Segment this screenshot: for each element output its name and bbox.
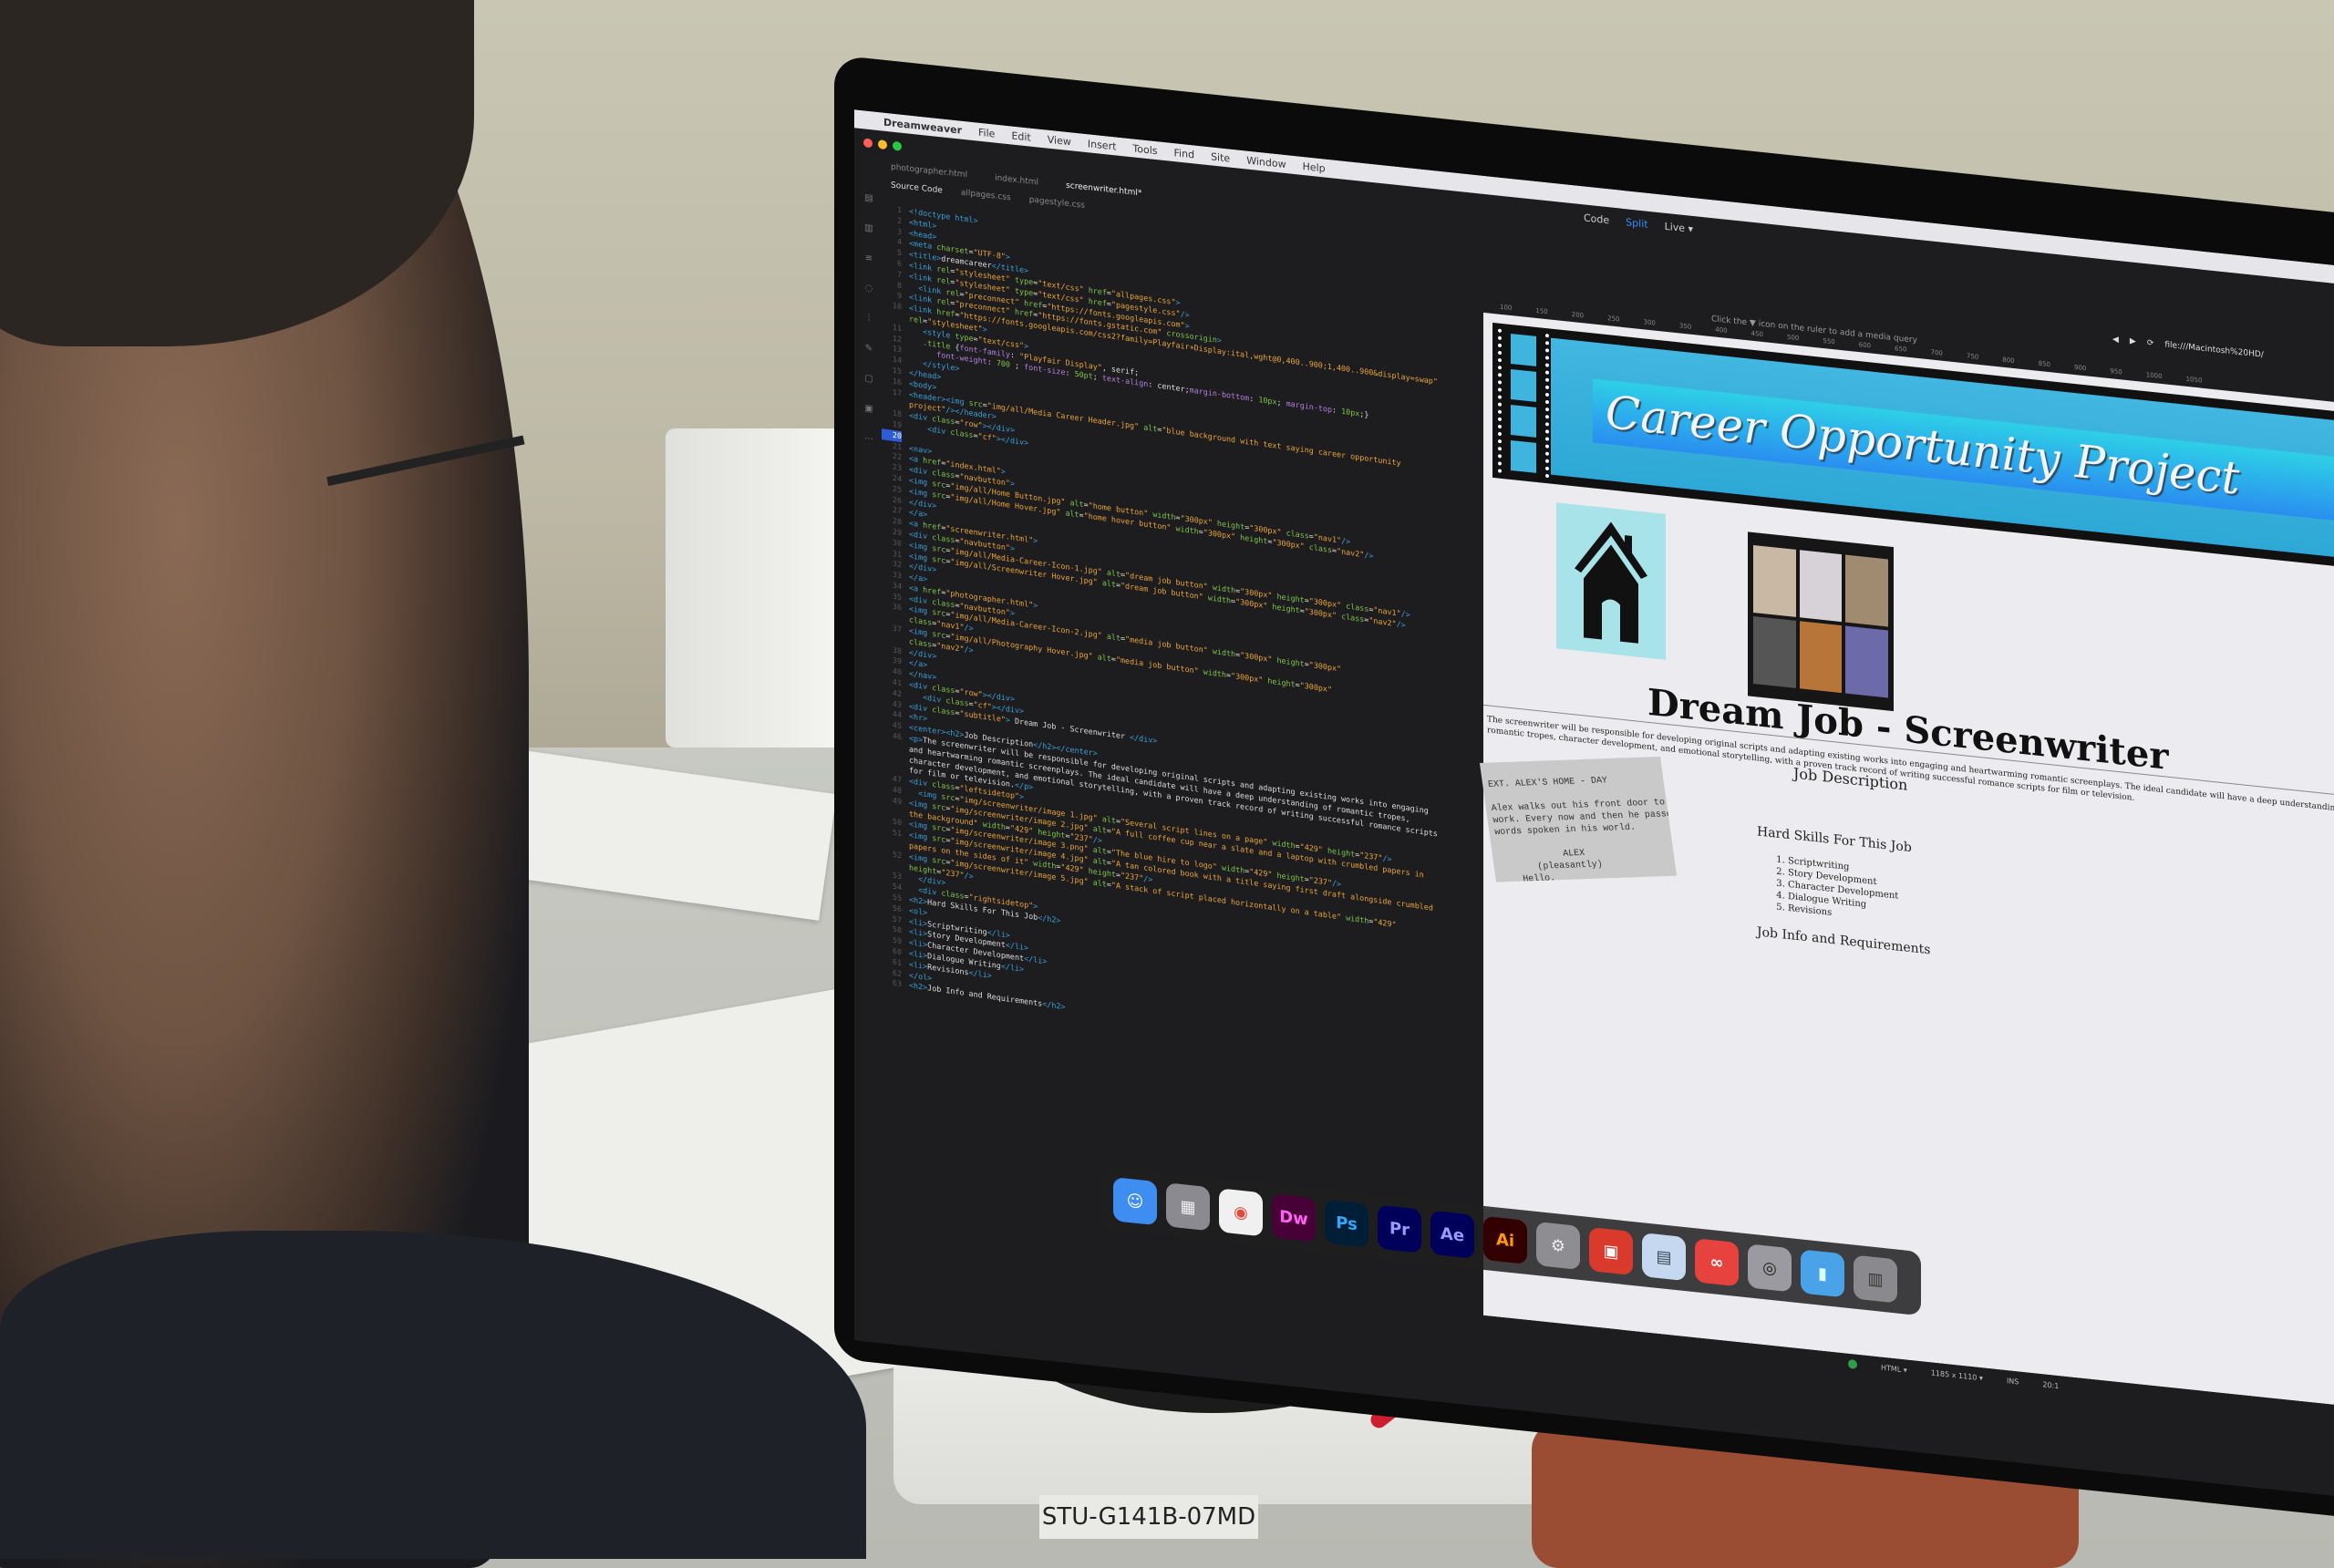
dock-premiere-pro-icon[interactable]: Pr: [1378, 1204, 1421, 1253]
film-cell: [1511, 439, 1536, 473]
code-editor[interactable]: 1 <!doctype html> 2 <html> 3 <head> 4 <meta cha…: [882, 202, 1474, 1197]
dock-system-preferences-icon[interactable]: ⚙: [1536, 1221, 1580, 1270]
computer-label: STU-G141B-07MD: [1039, 1495, 1258, 1539]
line-number: [882, 640, 902, 643]
menu-find[interactable]: Find: [1174, 147, 1195, 160]
tab-index-html[interactable]: index.html: [995, 174, 1038, 188]
minimize-window-button[interactable]: [878, 139, 887, 150]
collapse-icon[interactable]: ≡: [865, 253, 873, 264]
window-size-select[interactable]: 1185 x 1110 ▾: [1931, 1368, 1983, 1382]
files-panel-icon[interactable]: ▥: [864, 222, 873, 233]
code-text: </a>: [909, 507, 928, 520]
view-live-label: Live: [1664, 220, 1686, 235]
line-number: [882, 748, 902, 750]
home-nav-button[interactable]: [1556, 502, 1666, 660]
more-icon[interactable]: ⋯: [864, 433, 873, 444]
no-errors-icon: [1848, 1358, 1857, 1369]
address-input[interactable]: file:///Macintosh%20HD/: [2164, 340, 2263, 359]
chevron-down-icon: ▾: [1688, 222, 1694, 236]
film-photo: [1845, 554, 1888, 627]
dock-after-effects-icon[interactable]: Ae: [1430, 1210, 1474, 1259]
job-info-heading: Job Info and Requirements: [1757, 924, 1931, 958]
dock-image-capture-icon[interactable]: ◎: [1748, 1243, 1792, 1293]
script-image-text: EXT. ALEX'S HOME - DAY Alex walks out hi…: [1487, 776, 1678, 882]
menu-view[interactable]: View: [1048, 133, 1071, 148]
comment-icon[interactable]: ▢: [864, 373, 873, 384]
document-type-select[interactable]: HTML ▾: [1881, 1363, 1907, 1374]
line-number: [882, 403, 902, 406]
filmstrip-graphic: [1498, 328, 1549, 479]
line-number: [882, 758, 902, 761]
screen: Dreamweaver File Edit View Insert Tools …: [854, 109, 2334, 1501]
film-photo: [1845, 625, 1888, 698]
dock-creative-cloud-icon[interactable]: ∞: [1695, 1238, 1739, 1287]
format-icon[interactable]: ⫶: [868, 314, 871, 324]
line-number: [882, 812, 902, 815]
hard-skills-heading: Hard Skills For This Job: [1757, 824, 1912, 856]
screenwriter-nav-button[interactable]: [1748, 531, 1894, 712]
menu-file[interactable]: File: [978, 126, 995, 139]
back-icon[interactable]: ◀: [2112, 335, 2119, 345]
dock-chrome-icon[interactable]: ◉: [1219, 1188, 1263, 1237]
film-photo: [1753, 615, 1796, 688]
film-photo: [1753, 544, 1796, 617]
line-number: [882, 618, 902, 621]
file-icon[interactable]: ▤: [864, 192, 873, 203]
indent-icon[interactable]: ▣: [864, 403, 873, 414]
window-size-label: 1185 x 1110: [1930, 1367, 1978, 1382]
code-text: </a>: [909, 572, 928, 584]
menu-insert[interactable]: Insert: [1088, 138, 1117, 152]
document-type-label: HTML: [1881, 1363, 1902, 1374]
forward-icon[interactable]: ▶: [2130, 336, 2136, 346]
code-text: <ol>: [909, 905, 928, 917]
menu-edit[interactable]: Edit: [1011, 129, 1030, 143]
brush-icon[interactable]: ✎: [865, 344, 873, 355]
script-image: EXT. ALEX'S HOME - DAY Alex walks out hi…: [1479, 756, 1678, 882]
film-cell: [1511, 404, 1536, 438]
refresh-icon[interactable]: ⟳: [2147, 338, 2154, 348]
neighbor-imac: [666, 428, 848, 748]
dock-finder-icon[interactable]: ☺: [1113, 1177, 1157, 1226]
related-source-code[interactable]: Source Code: [891, 181, 943, 196]
line-number: [882, 769, 902, 772]
line-number: [882, 844, 902, 847]
line-number: [882, 317, 902, 320]
dock-trash-icon[interactable]: ▥: [1854, 1254, 1897, 1304]
line-number: 63: [892, 978, 902, 989]
menu-tools[interactable]: Tools: [1132, 142, 1157, 157]
menu-site[interactable]: Site: [1211, 150, 1230, 164]
film-photo: [1799, 621, 1843, 694]
close-window-button[interactable]: [863, 138, 873, 149]
menu-help[interactable]: Help: [1303, 160, 1326, 174]
snippet-icon[interactable]: ◌: [865, 284, 873, 294]
insert-mode[interactable]: INS: [2007, 1377, 2019, 1386]
dock-preview-icon[interactable]: ▤: [1642, 1233, 1686, 1282]
cursor-position: 20:1: [2042, 1379, 2060, 1390]
film-cell: [1511, 333, 1536, 366]
dock-photoshop-icon[interactable]: Ps: [1325, 1199, 1368, 1248]
dock-downloads-folder-icon[interactable]: ▮: [1801, 1249, 1844, 1298]
line-number: [882, 866, 902, 869]
dock-illustrator-icon[interactable]: Ai: [1483, 1215, 1527, 1264]
maximize-window-button[interactable]: [893, 140, 902, 151]
code-text: </a>: [909, 657, 928, 670]
related-pagestyle-css[interactable]: pagestyle.css: [1029, 195, 1085, 210]
apple-logo-icon: [711, 100, 830, 255]
code-text: <hr>: [909, 711, 928, 724]
menu-window[interactable]: Window: [1246, 154, 1286, 170]
view-split-button[interactable]: Split: [1626, 216, 1647, 231]
related-allpages-css[interactable]: allpages.css: [961, 189, 1011, 203]
dock-photo-booth-icon[interactable]: ▣: [1589, 1227, 1633, 1276]
dock-launchpad-icon[interactable]: ▦: [1166, 1182, 1210, 1232]
film-photo: [1799, 550, 1843, 623]
film-cell: [1511, 368, 1536, 402]
address-bar: ◀ ▶ ⟳ file:///Macintosh%20HD/: [2112, 335, 2264, 359]
monitor: Dreamweaver File Edit View Insert Tools …: [834, 55, 2334, 1522]
code-toolbar: ▤ ▥ ≡ ◌ ⫶ ✎ ▢ ▣ ⋯: [860, 192, 878, 445]
house-icon: [1575, 521, 1647, 644]
dock-dreamweaver-icon[interactable]: Dw: [1272, 1193, 1316, 1243]
hard-skills-list: Scriptwriting Story Development Characte…: [1775, 853, 1898, 925]
